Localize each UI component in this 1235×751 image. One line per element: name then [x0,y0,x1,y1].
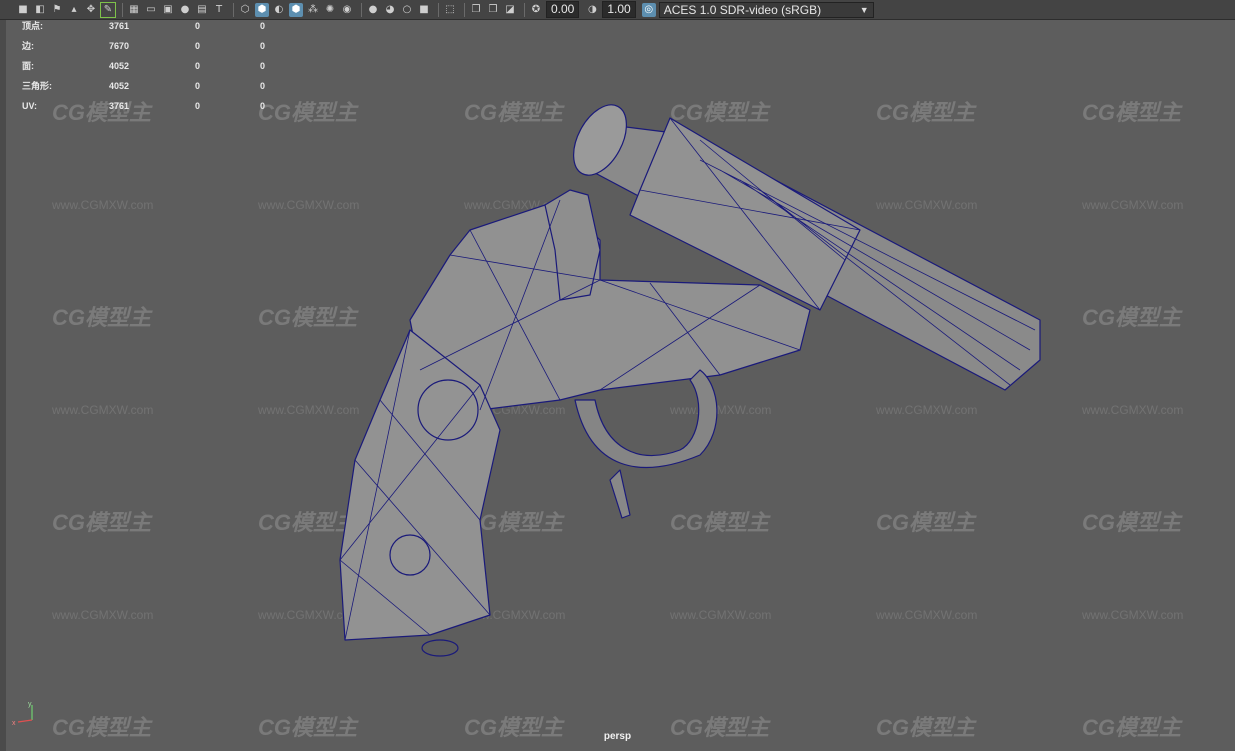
stat-value: 0 [260,101,266,111]
stat-value: 4052 [109,61,130,71]
view-axis-gizmo: y x [12,701,33,727]
stat-label: 顶点: [22,21,43,31]
stat-label: UV: [22,101,38,111]
stat-value: 3761 [109,101,130,111]
axis-x-label: x [12,720,16,727]
stat-label: 面: [22,61,34,71]
stat-label: 边: [22,41,34,51]
axis-y-label: y [28,701,32,708]
lanyard-ring [421,639,459,657]
stat-row-faces: 面: 4052 0 0 [22,60,282,80]
stat-label: 三角形: [22,81,52,91]
stat-value: 0 [195,81,201,91]
grip-screw-top [417,379,479,441]
stat-value: 0 [195,21,201,31]
stat-row-triangles: 三角形: 4052 0 0 [22,80,282,100]
stat-value: 0 [195,61,201,71]
stat-row-vertices: 顶点: 3761 0 0 [22,20,282,40]
stat-row-uvs: UV: 3761 0 0 [22,100,282,120]
stat-value: 3761 [109,21,130,31]
stat-value: 0 [260,81,266,91]
stat-value: 7670 [109,41,130,51]
stat-row-edges: 边: 7670 0 0 [22,40,282,60]
stat-value: 0 [195,41,201,51]
stat-value: 0 [260,21,266,31]
stat-value: 0 [260,61,266,71]
stat-value: 0 [260,41,266,51]
grip-screw-bottom [389,534,431,576]
stat-value: 0 [195,101,201,111]
trigger [609,469,631,519]
heads-up-poly-count: 顶点: 3761 0 0 边: 7670 0 0 面: 4052 0 0 三角形… [22,20,282,120]
stat-value: 4052 [109,81,130,91]
camera-name-label: persp [603,731,632,742]
